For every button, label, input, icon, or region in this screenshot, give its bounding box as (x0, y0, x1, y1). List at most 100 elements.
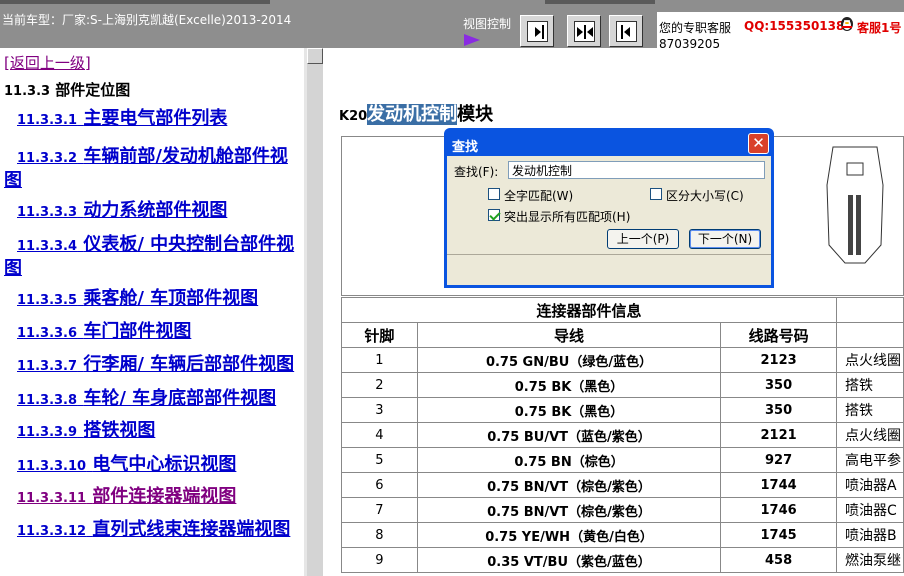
sidebar-item-8[interactable]: 11.3.3.8 车轮/ 车身底部部件视图 (17, 388, 276, 412)
cell-pin: 1 (341, 347, 418, 373)
sidebar-item-number: 11.3.3.9 (17, 425, 78, 440)
split-view-button[interactable] (567, 15, 601, 47)
left-nav-panel: [返回上一级] 11.3.3 部件定位图 11.3.3.1 主要电气部件列表 11… (0, 48, 304, 576)
sidebar-item-number: 11.3.3.5 (17, 293, 78, 308)
cell-wire: 0.75 BK（黑色） (416, 397, 722, 423)
scroll-up-button[interactable] (307, 48, 323, 64)
cell-wire: 0.75 GN/BU（绿色/蓝色） (416, 347, 722, 373)
qq-number[interactable]: QQ:1553501388 (744, 19, 853, 33)
highlight-all-label[interactable]: 突出显示所有匹配项(H) (504, 208, 630, 225)
table-row: 9 0.35 VT/BU（紫色/蓝色） 458 燃油泵继 (341, 547, 904, 573)
sidebar-item-label: 行李厢/ 车辆后部部件视图 (83, 354, 295, 375)
sidebar-item-6[interactable]: 11.3.3.6 车门部件视图 (17, 321, 191, 345)
expand-right-button[interactable] (520, 15, 554, 47)
cell-wire: 0.75 YE/WH（黄色/白色） (416, 522, 722, 548)
cell-wire: 0.75 BK（黑色） (416, 372, 722, 398)
sidebar-item-1[interactable]: 11.3.3.1 主要电气部件列表 (17, 108, 227, 132)
connector-table: 连接器部件信息 针脚 导线 线路号码 1 0.75 GN/BU（绿色/蓝色） 212… (341, 297, 904, 573)
sidebar-item-number: 11.3.3.8 (17, 393, 78, 408)
sidebar-item-11[interactable]: 11.3.3.11 部件连接器端视图 (17, 486, 236, 510)
close-button[interactable]: ✕ (748, 133, 769, 154)
expand-left-button[interactable] (609, 15, 643, 47)
cell-circuit: 927 (720, 447, 837, 473)
match-case-label[interactable]: 区分大小写(C) (666, 187, 744, 204)
table-header-row: 针脚 导线 线路号码 (341, 322, 904, 348)
table-row: 2 0.75 BK（黑色） 350 搭铁 (341, 372, 904, 398)
sidebar-item-label: 动力系统部件视图 (83, 200, 228, 221)
cell-func: 喷油器C (835, 497, 904, 523)
cell-wire: 0.75 BN/VT（棕色/紫色） (416, 497, 722, 523)
sidebar-item-number: 11.3.3.6 (17, 326, 78, 341)
cell-func: 喷油器B (835, 522, 904, 548)
sidebar-item-7[interactable]: 11.3.3.7 行李厢/ 车辆后部部件视图 (17, 354, 294, 378)
table-row: 8 0.75 YE/WH（黄色/白色） 1745 喷油器B (341, 522, 904, 548)
qq-penguin-icon[interactable] (838, 14, 856, 32)
whole-word-label[interactable]: 全字匹配(W) (504, 187, 573, 204)
cell-circuit: 458 (720, 547, 837, 573)
cell-pin: 5 (341, 447, 418, 473)
cell-wire: 0.75 BN/VT（棕色/紫色） (416, 472, 722, 498)
service-name-link[interactable]: 客服1号 (857, 19, 901, 36)
find-next-button[interactable]: 下一个(N) (689, 229, 761, 249)
cell-func: 高电平参 (835, 447, 904, 473)
sidebar-item-10[interactable]: 11.3.3.10 电气中心标识视图 (17, 454, 236, 478)
col-header-function (835, 322, 904, 348)
sidebar-item-number: 11.3.3.10 (17, 459, 87, 474)
find-input[interactable] (508, 161, 765, 179)
cell-circuit: 350 (720, 397, 837, 423)
vertical-scrollbar[interactable] (307, 48, 323, 576)
title-suffix: 模块 (457, 104, 494, 125)
arrow-left-icon (621, 25, 630, 39)
split-arrows-icon (577, 25, 593, 39)
sidebar-item-label: 乘客舱/ 车顶部件视图 (83, 288, 259, 309)
sidebar-item-4[interactable]: 11.3.3.4 仪表板/ 中央控制台部件视图 (4, 234, 302, 280)
play-arrow-icon[interactable] (464, 34, 480, 46)
col-header-pin: 针脚 (341, 322, 418, 348)
find-prev-button[interactable]: 上一个(P) (607, 229, 679, 249)
sidebar-item-number: 11.3.3.2 (17, 151, 78, 166)
arrow-right-icon (535, 25, 544, 39)
sidebar-item-label: 搭铁视图 (83, 420, 156, 441)
back-link[interactable]: [返回上一级] (4, 52, 91, 73)
cell-circuit: 1744 (720, 472, 837, 498)
table-row: 7 0.75 BN/VT（棕色/紫色） 1746 喷油器C (341, 497, 904, 523)
table-row: 3 0.75 BK（黑色） 350 搭铁 (341, 397, 904, 423)
dialog-separator (447, 254, 771, 255)
gutter (323, 48, 331, 576)
close-icon: ✕ (752, 134, 765, 152)
cell-func: 搭铁 (835, 372, 904, 398)
table-caption: 连接器部件信息 (341, 297, 837, 323)
sidebar-item-number: 11.3.3.1 (17, 113, 78, 128)
cell-pin: 6 (341, 472, 418, 498)
sidebar-item-label: 车门部件视图 (83, 321, 192, 342)
cell-pin: 7 (341, 497, 418, 523)
sidebar-item-5[interactable]: 11.3.3.5 乘客舱/ 车顶部件视图 (17, 288, 258, 312)
col-header-circuit: 线路号码 (720, 322, 837, 348)
find-dialog: 查找 ✕ 查找(F): 全字匹配(W) 区分大小写(C) 突出显示所有匹配项(H… (444, 128, 774, 288)
sidebar-item-number: 11.3.3.11 (17, 491, 87, 506)
table-row: 5 0.75 BN（棕色） 927 高电平参 (341, 447, 904, 473)
sidebar-item-label: 电气中心标识视图 (92, 454, 237, 475)
cell-wire: 0.35 VT/BU（紫色/蓝色） (416, 547, 722, 573)
cell-circuit: 2121 (720, 422, 837, 448)
sidebar-item-12[interactable]: 11.3.3.12 直列式线束连接器端视图 (17, 519, 290, 543)
cell-func: 燃油泵继 (835, 547, 904, 573)
sidebar-item-2[interactable]: 11.3.3.2 车辆前部/发动机舱部件视图 (4, 146, 302, 192)
sidebar-item-number: 11.3.3.7 (17, 359, 78, 374)
whole-word-checkbox[interactable] (488, 188, 500, 200)
cell-circuit: 350 (720, 372, 837, 398)
highlight-all-checkbox[interactable] (488, 209, 500, 221)
sidebar-item-label: 直列式线束连接器端视图 (92, 519, 291, 540)
top-strip-right (545, 0, 655, 4)
sidebar-item-3[interactable]: 11.3.3.3 动力系统部件视图 (17, 200, 227, 224)
section-heading: 11.3.3 部件定位图 (4, 79, 130, 100)
cell-func: 点火线圈 (835, 347, 904, 373)
sidebar-item-number: 11.3.3.3 (17, 205, 78, 220)
cell-func: 搭铁 (835, 397, 904, 423)
cell-circuit: 1746 (720, 497, 837, 523)
match-case-checkbox[interactable] (650, 188, 662, 200)
table-row: 4 0.75 BU/VT（蓝色/紫色） 2121 点火线圈 (341, 422, 904, 448)
table-row: 1 0.75 GN/BU（绿色/蓝色） 2123 点火线圈 (341, 347, 904, 373)
find-label: 查找(F): (454, 165, 499, 179)
sidebar-item-9[interactable]: 11.3.3.9 搭铁视图 (17, 420, 155, 444)
